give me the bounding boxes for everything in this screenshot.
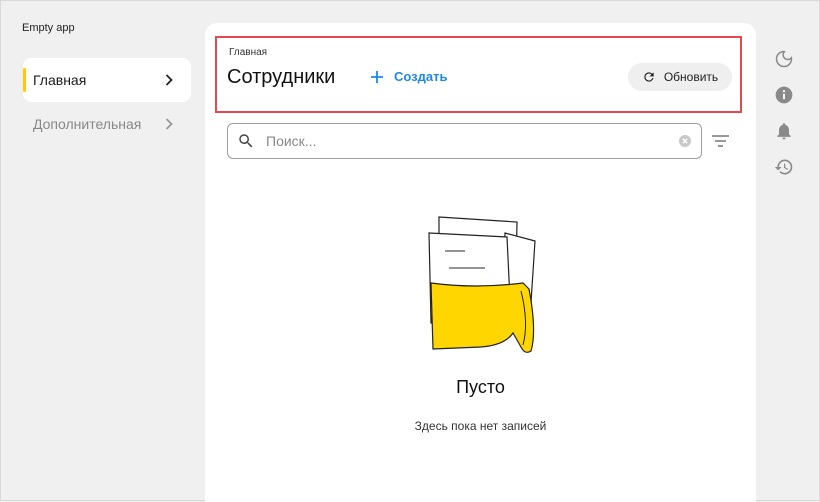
plus-icon <box>371 70 383 83</box>
chevron-right-icon <box>165 118 173 130</box>
app-title: Empty app <box>22 22 75 34</box>
refresh-icon <box>644 72 654 82</box>
sidebar-item-label: Дополнительная <box>33 116 142 132</box>
empty-state-subtitle: Здесь пока нет записей <box>414 419 547 433</box>
moon-icon[interactable] <box>774 49 794 69</box>
bell-icon[interactable] <box>774 121 794 141</box>
create-button-label: Создать <box>394 69 448 84</box>
page-header: Главная Сотрудники Создать Обновить <box>215 36 742 113</box>
chevron-right-icon <box>165 74 173 86</box>
refresh-button[interactable]: Обновить <box>628 63 732 91</box>
empty-state-title: Пусто <box>456 377 505 397</box>
sidebar-nav: Главная Дополнительная <box>23 58 191 146</box>
sidebar-item-additional[interactable]: Дополнительная <box>23 102 191 146</box>
breadcrumb[interactable]: Главная <box>229 47 267 58</box>
sidebar-item-home[interactable]: Главная <box>23 58 191 102</box>
create-button[interactable]: Создать <box>370 69 447 84</box>
main-panel: Главная Сотрудники Создать Обновить Пуст… <box>205 23 756 502</box>
search-box <box>227 123 702 159</box>
empty-folder-illustration <box>428 216 536 353</box>
search-input[interactable] <box>264 132 679 150</box>
sidebar-item-label: Главная <box>33 72 87 88</box>
right-toolbar <box>774 49 796 193</box>
info-icon[interactable] <box>774 85 794 105</box>
search-icon <box>239 134 253 148</box>
filter-icon[interactable] <box>712 134 729 148</box>
page-title: Сотрудники <box>227 66 336 88</box>
clear-icon[interactable] <box>679 135 691 147</box>
history-icon[interactable] <box>774 157 794 177</box>
refresh-button-label: Обновить <box>663 70 719 84</box>
